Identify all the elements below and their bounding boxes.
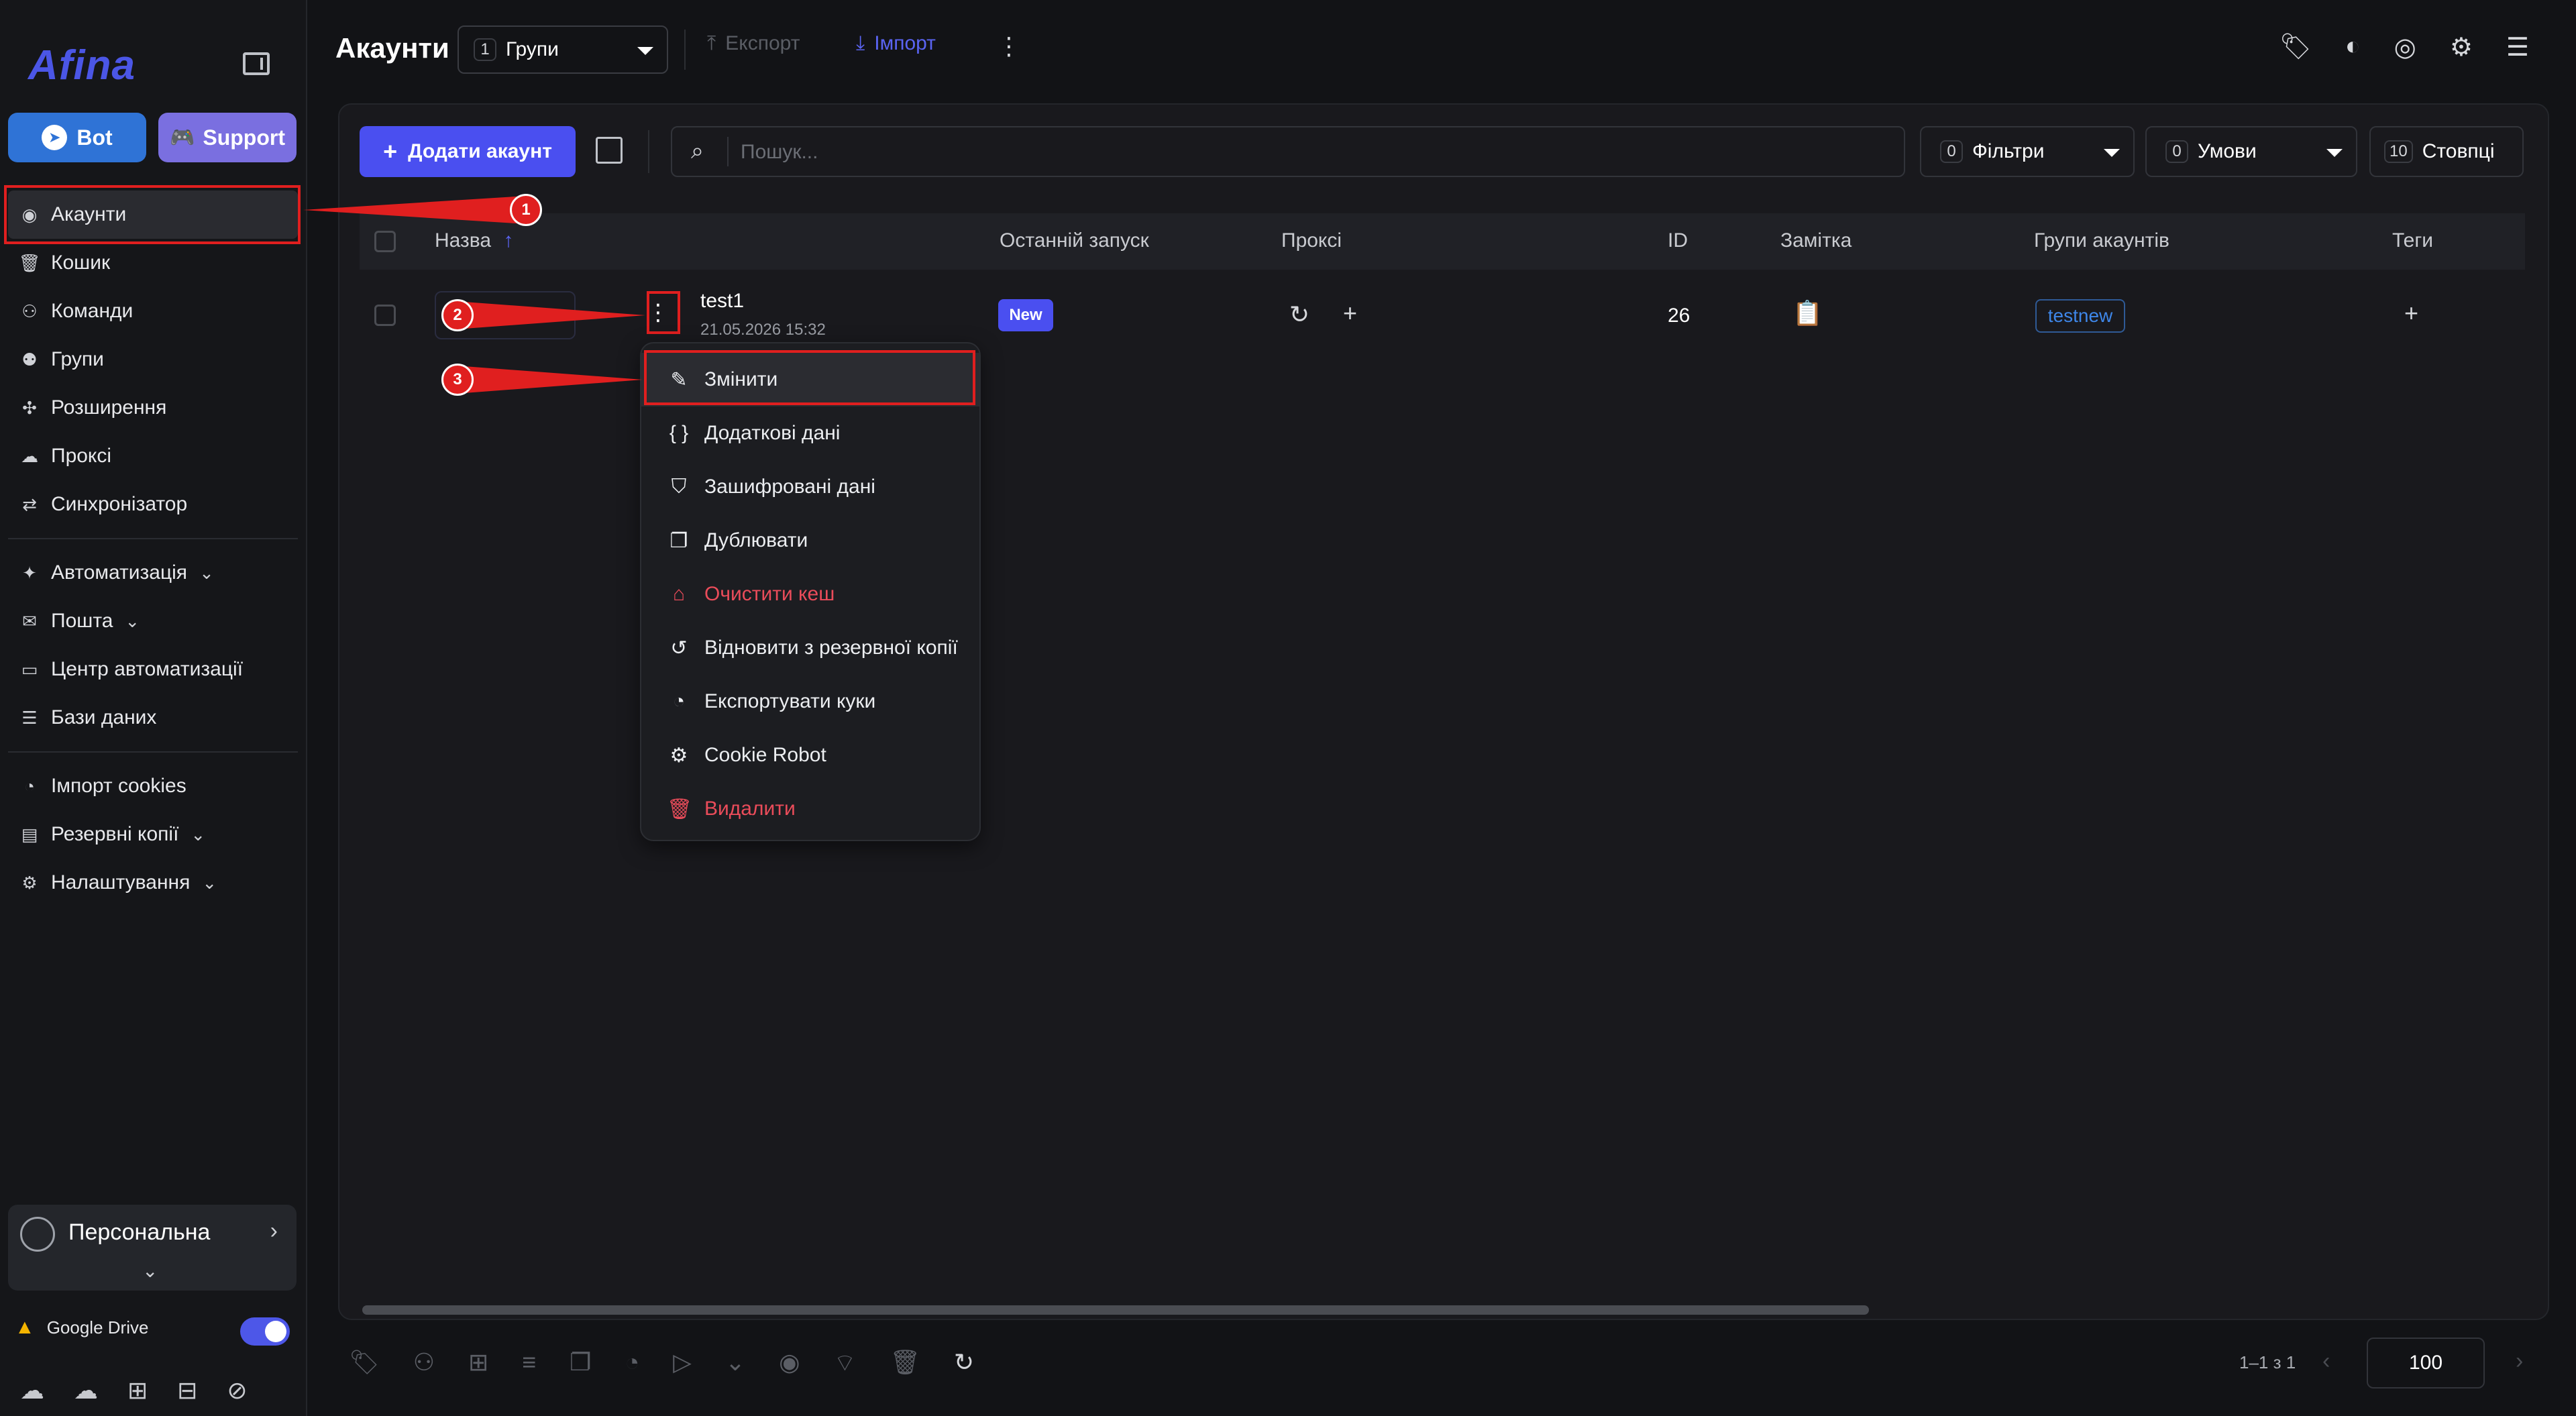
stop-icon[interactable]: ◉ <box>779 1348 800 1378</box>
copy-icon[interactable]: ❐ <box>570 1348 591 1378</box>
file-add-icon[interactable]: ⊞ <box>468 1348 488 1378</box>
wifi-off-icon[interactable]: ⌔ <box>833 1348 856 1378</box>
trash-icon[interactable]: 🗑 <box>890 1348 920 1378</box>
refresh-icon[interactable]: ↻ <box>954 1348 974 1378</box>
arrow-1 <box>303 196 526 224</box>
tag-icon[interactable]: 🏷 <box>349 1348 380 1378</box>
annotation-marker-2: 2 <box>441 299 474 331</box>
list-icon[interactable]: ≡ <box>522 1348 536 1378</box>
horizontal-scrollbar[interactable] <box>362 1305 1869 1315</box>
play-icon[interactable]: ▷ <box>673 1348 692 1378</box>
team-icon[interactable]: ⚇ <box>413 1348 435 1378</box>
prev-page-icon[interactable]: ‹ <box>2322 1348 2330 1374</box>
arrow-2 <box>464 302 645 329</box>
arrow-3 <box>464 366 643 393</box>
bulk-actions-bar: 🏷 ⚇ ⊞ ≡ ❐ ◔ ▷ ⌄ ◉ ⌔ 🗑 ↻ <box>349 1348 974 1378</box>
annotation-marker-1: 1 <box>510 194 542 226</box>
annotation-arrows <box>303 196 645 393</box>
next-page-icon[interactable]: › <box>2516 1348 2523 1374</box>
rows-per-page[interactable]: 100 <box>2367 1338 2485 1388</box>
app-window: Afina ➤ Bot 🎮 Support ◉ Акаунти 🗑 Кошик … <box>0 0 2576 1416</box>
chevron-down-icon[interactable]: ⌄ <box>725 1348 745 1378</box>
pagination-info: 1–1 з 1 <box>2239 1352 2296 1372</box>
annotation-marker-3: 3 <box>441 364 474 396</box>
cookie-icon[interactable]: ◔ <box>625 1348 639 1378</box>
